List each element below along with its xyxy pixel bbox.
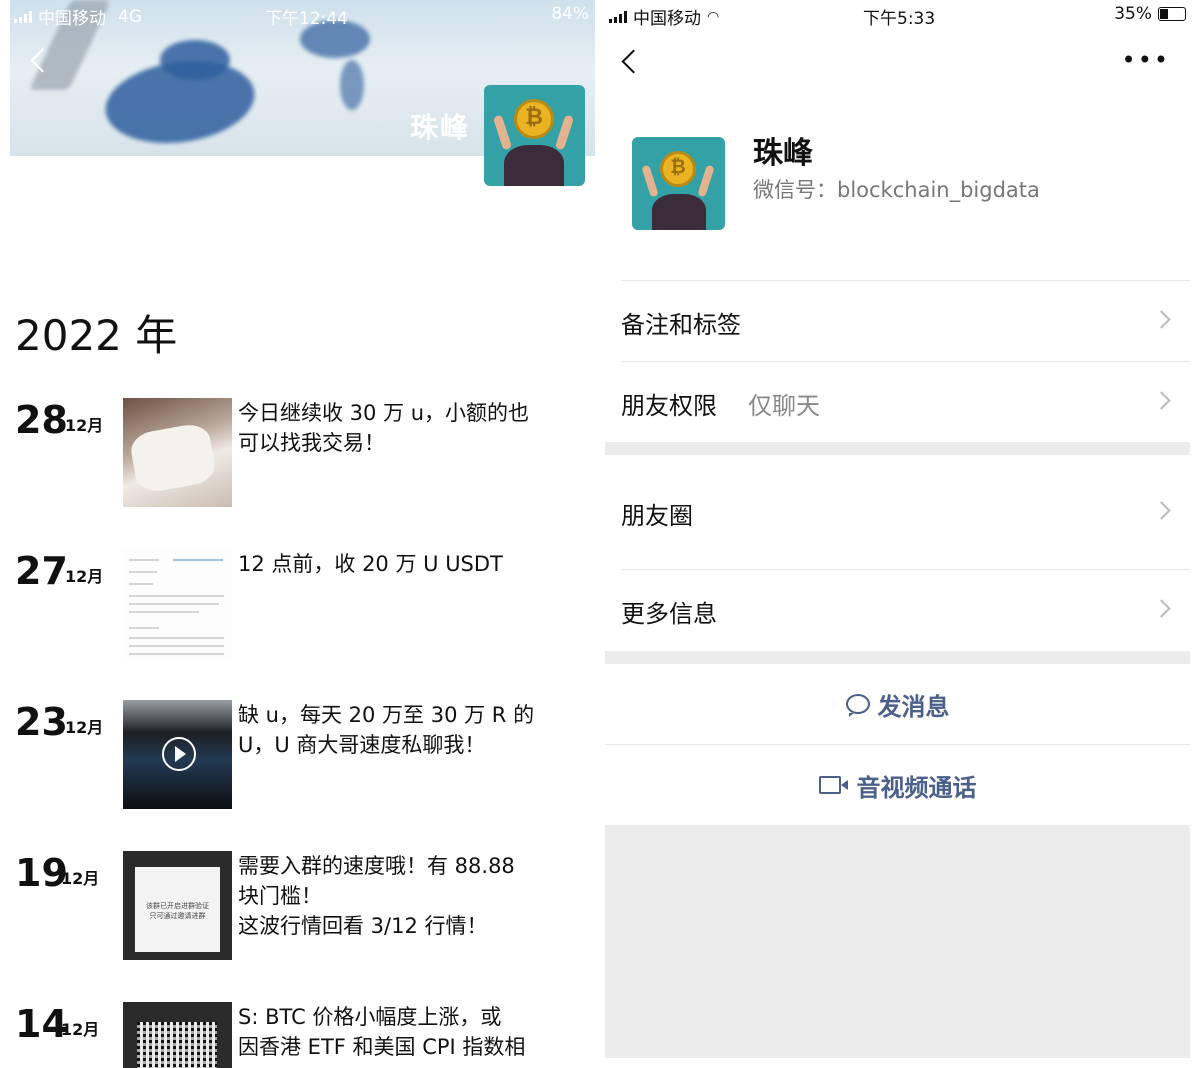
carrier-label: 中国移动 bbox=[38, 9, 106, 29]
status-bar-left: 中国移动 4G bbox=[14, 4, 142, 29]
carrier-label: 中国移动 bbox=[633, 9, 701, 29]
status-battery: 84% bbox=[551, 4, 589, 24]
avatar[interactable]: ₿ bbox=[632, 137, 725, 230]
bitcoin-icon: ₿ bbox=[514, 99, 554, 139]
chevron-right-icon bbox=[1152, 501, 1171, 520]
post-thumbnail[interactable] bbox=[123, 398, 232, 507]
empty-area bbox=[605, 825, 1190, 1058]
battery-percent: 35% bbox=[1114, 4, 1152, 24]
post-text: 12 点前，收 20 万 U USDT bbox=[238, 552, 503, 576]
moment-post[interactable]: 27 12月 12 点前，收 20 万 U USDT bbox=[10, 549, 595, 661]
post-video-thumbnail[interactable] bbox=[123, 700, 232, 809]
contact-profile-panel: 中国移动 ◠ 下午5:33 35% ••• ₿ 珠峰 微信号：blockchai… bbox=[605, 0, 1190, 1068]
chevron-right-icon bbox=[1152, 599, 1171, 618]
clock-label: 下午12:44 bbox=[265, 9, 348, 29]
av-call-button[interactable]: 音视频通话 bbox=[605, 745, 1190, 825]
post-text: 今日继续收 30 万 u，小额的也 可以找我交易！ bbox=[238, 401, 530, 455]
post-text: 缺 u，每天 20 万至 30 万 R 的 U，U 商大哥速度私聊我！ bbox=[238, 703, 535, 757]
menu-label: 朋友圈 bbox=[621, 502, 693, 530]
post-text: S: BTC 价格小幅度上涨，或 因香港 ETF 和美国 CPI 指数相 bbox=[238, 1005, 526, 1059]
section-gap bbox=[605, 442, 1190, 455]
year-heading: 2022 年 bbox=[15, 311, 178, 360]
signal-icon bbox=[14, 10, 32, 23]
network-label: 4G bbox=[118, 6, 142, 27]
post-day: 19 bbox=[15, 851, 68, 895]
status-time: 下午5:33 bbox=[863, 4, 935, 29]
post-day: 23 bbox=[15, 700, 68, 744]
battery-percent: 84% bbox=[551, 4, 589, 24]
clock-label: 下午5:33 bbox=[863, 9, 936, 29]
menu-remarks-tags[interactable]: 备注和标签 bbox=[605, 281, 1190, 361]
av-call-label: 音视频通话 bbox=[856, 773, 977, 802]
post-thumbnail[interactable]: 该群已开启进群验证 只可通过邀请进群 bbox=[123, 851, 232, 960]
menu-friend-permissions[interactable]: 朋友权限 仅聊天 bbox=[605, 362, 1190, 442]
back-icon[interactable] bbox=[621, 49, 646, 74]
cover-username: 珠峰 bbox=[409, 111, 470, 144]
menu-label: 备注和标签 bbox=[621, 311, 741, 339]
post-month: 12月 bbox=[65, 567, 104, 586]
send-message-label: 发消息 bbox=[877, 692, 950, 721]
menu-label: 朋友权限 bbox=[621, 392, 717, 420]
post-month: 12月 bbox=[65, 718, 104, 737]
thumbnail-caption: 该群已开启进群验证 只可通过邀请进群 bbox=[146, 902, 209, 920]
post-text: 需要入群的速度哦！有 88.88 块门槛！ 这波行情回看 3/12 行情！ bbox=[238, 854, 515, 938]
wechat-id: 微信号：blockchain_bigdata bbox=[753, 178, 1040, 202]
signal-icon bbox=[609, 10, 627, 23]
menu-value: 仅聊天 bbox=[748, 392, 820, 420]
profile-name: 珠峰 bbox=[753, 136, 813, 171]
bitcoin-icon: ₿ bbox=[660, 151, 696, 187]
chevron-right-icon bbox=[1152, 391, 1171, 410]
post-thumbnail[interactable] bbox=[123, 549, 232, 658]
send-message-button[interactable]: 发消息 bbox=[605, 664, 1190, 744]
moment-post[interactable]: 23 12月 缺 u，每天 20 万至 30 万 R 的 U，U 商大哥速度私聊… bbox=[10, 700, 595, 812]
menu-label: 更多信息 bbox=[621, 600, 717, 628]
post-month: 12月 bbox=[65, 416, 104, 435]
status-battery: 35% bbox=[1114, 4, 1186, 24]
post-thumbnail[interactable] bbox=[123, 1002, 232, 1068]
status-time: 下午12:44 bbox=[265, 4, 348, 29]
chevron-right-icon bbox=[1152, 310, 1171, 329]
play-icon[interactable] bbox=[162, 737, 196, 771]
qr-code-icon bbox=[137, 1022, 217, 1068]
battery-icon bbox=[1158, 7, 1186, 21]
section-gap bbox=[605, 651, 1190, 664]
post-day: 14 bbox=[15, 1002, 68, 1046]
avatar[interactable]: ₿ bbox=[484, 85, 585, 186]
chat-bubble-icon bbox=[845, 694, 870, 717]
video-camera-icon bbox=[818, 776, 848, 794]
status-bar-right: 中国移动 ◠ bbox=[609, 4, 719, 29]
wifi-icon: ◠ bbox=[707, 8, 720, 25]
moment-post[interactable]: 19 12月 该群已开启进群验证 只可通过邀请进群 需要入群的速度哦！有 88.… bbox=[10, 851, 595, 963]
menu-moments[interactable]: 朋友圈 bbox=[605, 472, 1190, 552]
post-month: 12月 bbox=[61, 1020, 100, 1039]
menu-more-info[interactable]: 更多信息 bbox=[605, 570, 1190, 650]
moment-post[interactable]: 14 12月 S: BTC 价格小幅度上涨，或 因香港 ETF 和美国 CPI … bbox=[10, 1002, 595, 1068]
post-day: 28 bbox=[15, 398, 68, 442]
post-day: 27 bbox=[15, 549, 68, 593]
moments-panel: 中国移动 4G 下午12:44 84% 珠峰 ₿ 2022 年 28 12月 今… bbox=[10, 0, 595, 1068]
post-month: 12月 bbox=[61, 869, 100, 888]
moment-post[interactable]: 28 12月 今日继续收 30 万 u，小额的也 可以找我交易！ bbox=[10, 398, 595, 510]
more-options-icon[interactable]: ••• bbox=[1122, 48, 1170, 72]
